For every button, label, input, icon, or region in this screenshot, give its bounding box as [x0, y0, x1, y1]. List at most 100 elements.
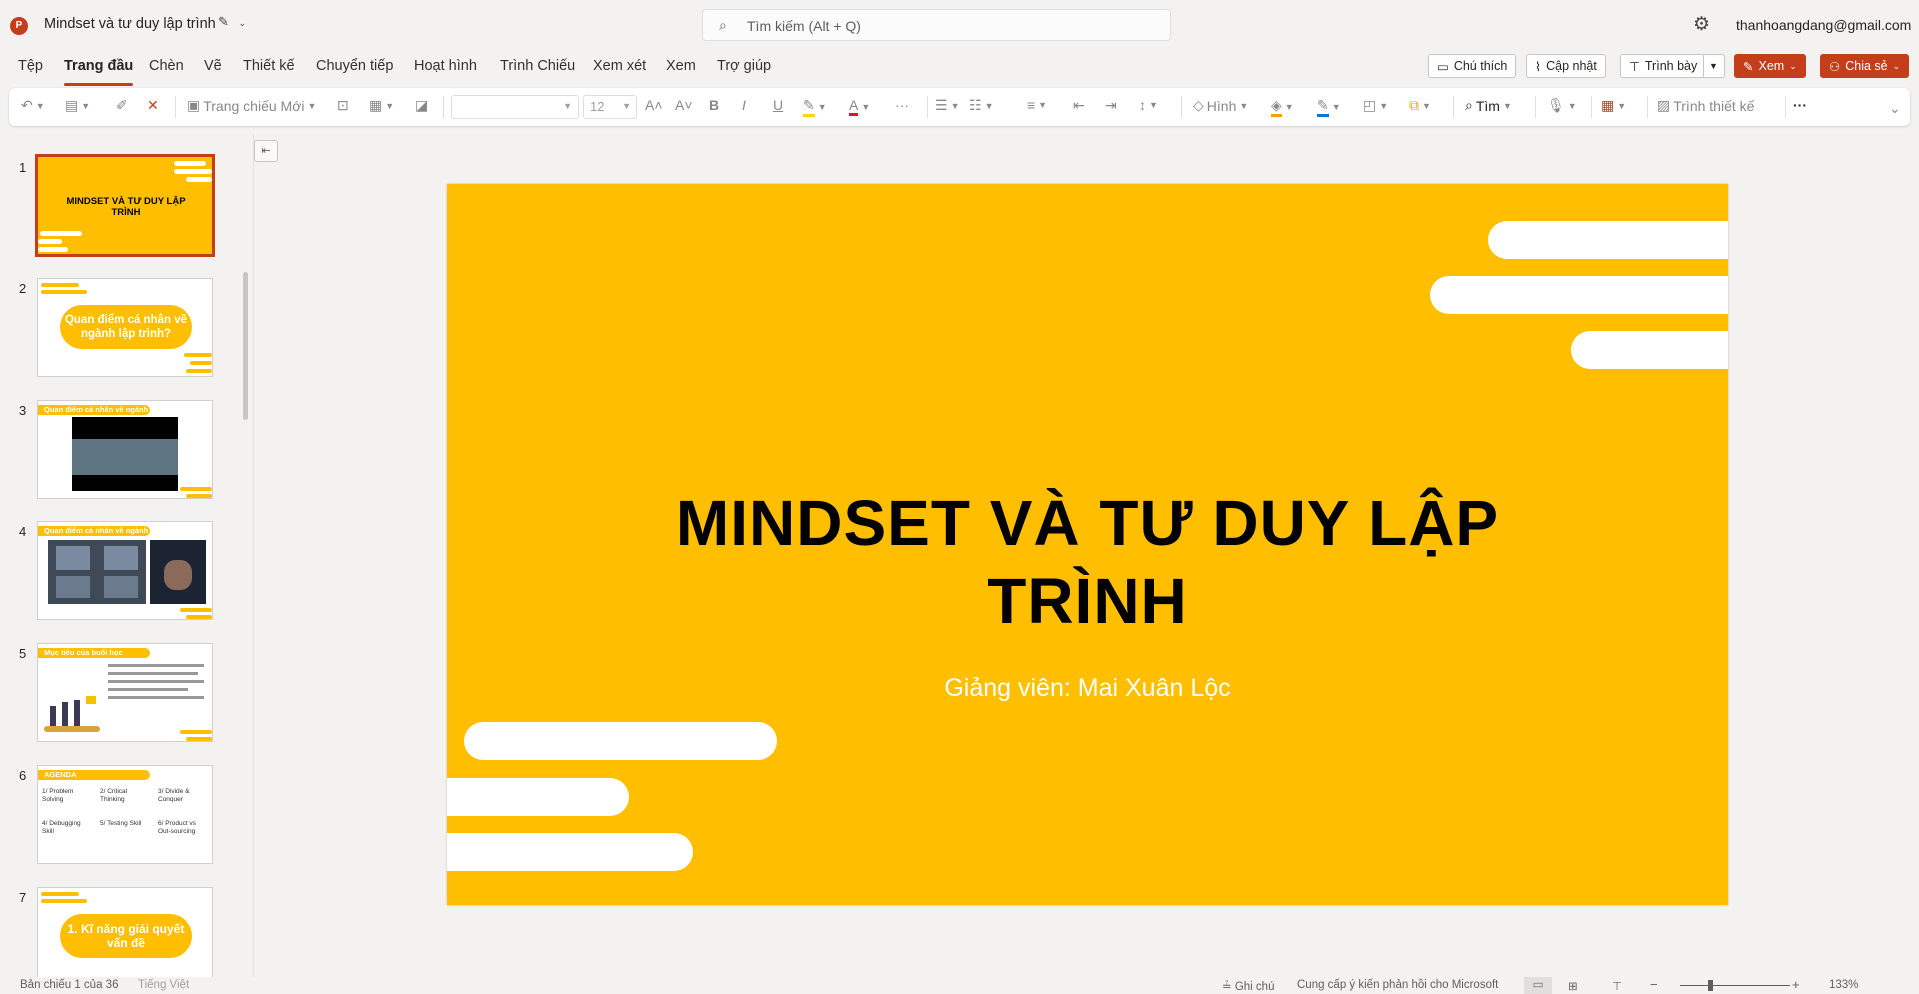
- expand-ribbon-button[interactable]: ⌄: [1889, 100, 1901, 117]
- slide-sorter-button[interactable]: ⊞: [1568, 979, 1578, 993]
- tab-file[interactable]: Tệp: [18, 58, 43, 74]
- font-size-select[interactable]: 12 ▼: [583, 95, 637, 119]
- comments-button[interactable]: ▭ Chú thích: [1428, 54, 1517, 78]
- decrease-font-button[interactable]: A˅: [675, 97, 693, 113]
- powerpoint-logo-icon[interactable]: P: [10, 17, 28, 35]
- add-ins-button[interactable]: ▦ ▼: [1601, 97, 1626, 114]
- tab-help[interactable]: Trợ giúp: [717, 58, 771, 74]
- reading-view-button[interactable]: ⊤: [1612, 979, 1622, 993]
- chevron-down-icon[interactable]: ▼: [861, 102, 870, 112]
- main-slide-canvas[interactable]: MINDSET VÀ TƯ DUY LẬP TRÌNH Giảng viên: …: [447, 184, 1728, 905]
- increase-indent-button[interactable]: ⇥: [1105, 97, 1117, 114]
- chevron-down-icon[interactable]: ▼: [308, 101, 317, 111]
- format-painter-button[interactable]: ✐: [116, 97, 128, 114]
- document-title[interactable]: Mindset và tư duy lập trình: [44, 16, 216, 32]
- zoom-slider-track[interactable]: [1680, 985, 1790, 986]
- settings-gear-icon[interactable]: ⚙: [1693, 13, 1710, 36]
- tab-animations[interactable]: Hoạt hình: [414, 58, 477, 74]
- language-status[interactable]: Tiếng Việt: [138, 979, 189, 991]
- zoom-level[interactable]: 133%: [1829, 979, 1858, 991]
- chevron-down-icon[interactable]: ⌄: [239, 18, 247, 28]
- chevron-down-icon[interactable]: ▼: [1285, 102, 1294, 112]
- chevron-down-icon[interactable]: ▼: [1422, 101, 1431, 111]
- chevron-down-icon[interactable]: ▼: [951, 101, 960, 111]
- account-email[interactable]: thanhoangdang@gmail.com: [1736, 17, 1911, 33]
- thumbnail-scrollbar[interactable]: [243, 272, 248, 420]
- tab-insert[interactable]: Chèn: [149, 58, 184, 74]
- thumbnail-slide-1[interactable]: MINDSET VÀ TƯ DUY LẬP TRÌNH: [35, 154, 215, 257]
- chevron-down-icon[interactable]: ▼: [1332, 102, 1341, 112]
- chevron-down-icon[interactable]: ▼: [81, 101, 90, 111]
- delete-button[interactable]: ✕: [147, 97, 159, 114]
- layout-button[interactable]: ▦ ▼: [369, 97, 394, 114]
- chevron-down-icon[interactable]: ▼: [1379, 101, 1388, 111]
- chevron-down-icon[interactable]: ▼: [1617, 101, 1626, 111]
- chevron-down-icon[interactable]: ▼: [1038, 100, 1047, 110]
- numbering-button[interactable]: ☷ ▼: [969, 97, 993, 114]
- bold-button[interactable]: B: [709, 97, 719, 113]
- pen-edit-icon[interactable]: ✎: [218, 14, 229, 29]
- catch-up-button[interactable]: ⌇ Cập nhật: [1526, 54, 1606, 78]
- more-font-options-button[interactable]: ···: [895, 97, 909, 113]
- notes-button[interactable]: ≟ Ghi chú: [1222, 979, 1274, 993]
- increase-font-button[interactable]: A˄: [645, 97, 663, 113]
- shapes-button[interactable]: ◇ Hình ▼: [1193, 97, 1248, 114]
- find-button[interactable]: ⌕ Tìm ▼: [1465, 97, 1512, 114]
- thumbnail-slide-3[interactable]: Quan điểm cá nhân về ngành: [37, 400, 213, 499]
- font-name-select[interactable]: ▼: [451, 95, 579, 119]
- feedback-link[interactable]: Cung cấp ý kiến phản hồi cho Microsoft: [1297, 979, 1498, 991]
- thumbnail-slide-2[interactable]: Quan điểm cá nhân về ngành lập trình?: [37, 278, 213, 377]
- share-button[interactable]: ⚇ Chia sẻ ⌄: [1820, 54, 1910, 78]
- shape-effects-button[interactable]: ◰ ▼: [1363, 97, 1388, 114]
- dictate-button[interactable]: 🎙 ▼: [1547, 97, 1577, 114]
- chevron-down-icon[interactable]: ▼: [818, 102, 827, 112]
- tab-transitions[interactable]: Chuyển tiếp: [316, 58, 393, 74]
- thumbnail-slide-7[interactable]: 1. Kĩ năng giải quyết vấn đề: [37, 887, 213, 986]
- align-button[interactable]: ≡ ▼: [1027, 97, 1047, 113]
- slide-title[interactable]: MINDSET VÀ TƯ DUY LẬP TRÌNH: [447, 484, 1728, 640]
- view-mode-button[interactable]: ✎ Xem ⌄: [1734, 54, 1806, 78]
- thumbnail-slide-5[interactable]: Mục tiêu của buổi học: [37, 643, 213, 742]
- bullets-button[interactable]: ☰ ▼: [935, 97, 959, 114]
- arrange-button[interactable]: ⧉ ▼: [1409, 97, 1431, 114]
- decrease-indent-button[interactable]: ⇤: [1073, 97, 1085, 114]
- present-options-button[interactable]: ▼: [1703, 54, 1725, 78]
- shape-fill-button[interactable]: ◈ ▼: [1271, 97, 1294, 117]
- collapse-pane-button[interactable]: ⇤: [254, 140, 278, 162]
- paste-button[interactable]: ▤ ▼: [65, 97, 90, 114]
- chevron-down-icon[interactable]: ▼: [985, 101, 994, 111]
- background-button[interactable]: ◪: [415, 97, 428, 114]
- search-box[interactable]: ⌕ Tìm kiếm (Alt + Q): [702, 9, 1171, 41]
- zoom-in-button[interactable]: +: [1792, 977, 1800, 992]
- tab-view[interactable]: Xem: [666, 58, 696, 74]
- reuse-slides-button[interactable]: ⊡: [337, 97, 349, 114]
- tab-home[interactable]: Trang đầu: [64, 58, 134, 86]
- normal-view-button[interactable]: ▭: [1524, 977, 1552, 994]
- more-options-button[interactable]: ···: [1793, 97, 1807, 113]
- tab-design[interactable]: Thiết kế: [243, 58, 295, 74]
- thumbnail-slide-4[interactable]: Quan điểm cá nhân về ngành: [37, 521, 213, 620]
- title-edit-icons[interactable]: ✎ ⌄: [218, 14, 246, 30]
- tab-review[interactable]: Xem xét: [593, 58, 646, 74]
- tab-draw[interactable]: Vẽ: [204, 58, 222, 74]
- chevron-down-icon[interactable]: ▼: [385, 101, 394, 111]
- tab-slideshow[interactable]: Trình Chiếu: [500, 58, 575, 74]
- zoom-out-button[interactable]: −: [1650, 977, 1658, 992]
- chevron-down-icon[interactable]: ▼: [1503, 101, 1512, 111]
- chevron-down-icon[interactable]: ▼: [1149, 100, 1158, 110]
- shape-outline-button[interactable]: ✎ ▼: [1317, 97, 1341, 117]
- present-button[interactable]: ⊤ Trình bày: [1620, 54, 1707, 78]
- designer-button[interactable]: ▨ Trình thiết kế: [1657, 97, 1754, 114]
- new-slide-button[interactable]: ▣ Trang chiếu Mới ▼: [187, 97, 316, 114]
- highlight-button[interactable]: ✎ ▼: [803, 97, 827, 117]
- thumbnail-slide-6[interactable]: AGENDA 1/ Problem Solving 2/ Critical Th…: [37, 765, 213, 864]
- font-color-button[interactable]: A ▼: [849, 97, 870, 116]
- zoom-slider-thumb[interactable]: [1708, 980, 1713, 991]
- chevron-down-icon[interactable]: ▼: [36, 101, 45, 111]
- line-spacing-button[interactable]: ↕ ▼: [1139, 97, 1158, 113]
- chevron-down-icon[interactable]: ▼: [1239, 101, 1248, 111]
- slide-subtitle[interactable]: Giảng viên: Mai Xuân Lộc: [447, 674, 1728, 703]
- slide-thumbnails-pane[interactable]: 1 MINDSET VÀ TƯ DUY LẬP TRÌNH 2 Quan điể…: [0, 134, 254, 986]
- undo-button[interactable]: ↶ ▼: [21, 97, 45, 114]
- italic-button[interactable]: I: [742, 97, 746, 113]
